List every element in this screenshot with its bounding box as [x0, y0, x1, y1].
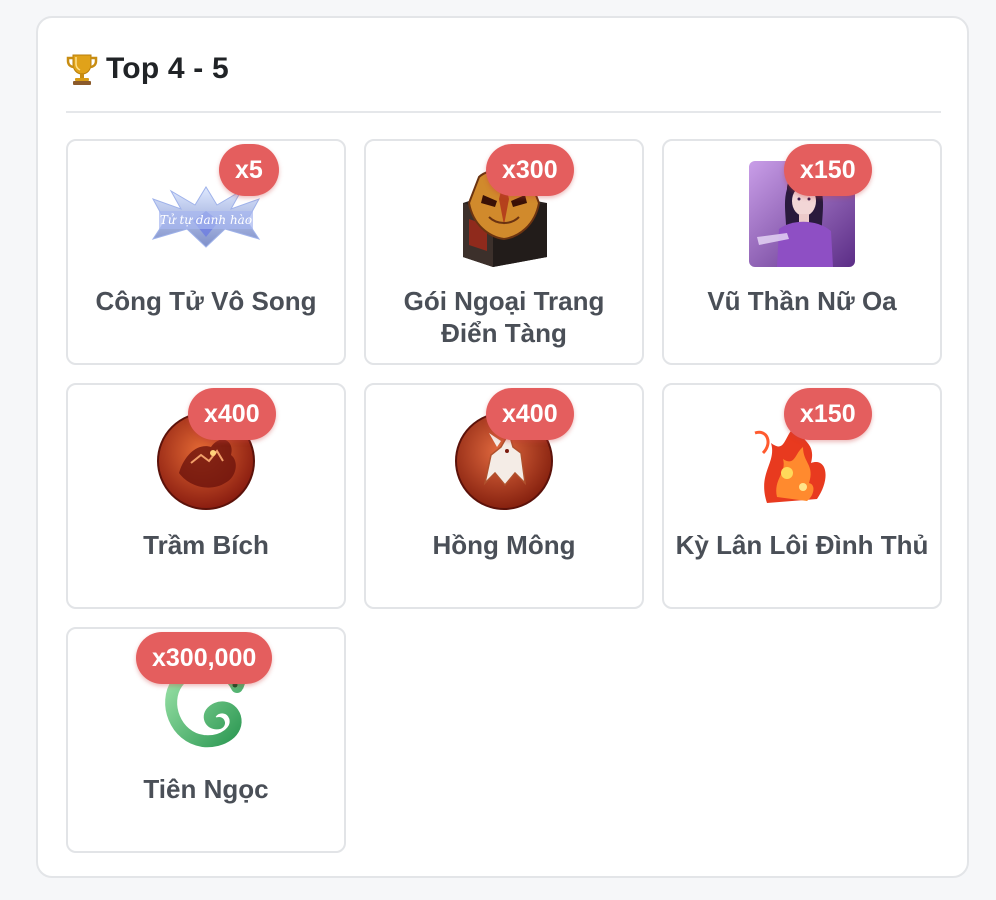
- reward-card[interactable]: x400 Trầm Bích: [66, 383, 346, 609]
- quantity-badge: x150: [784, 144, 872, 196]
- section-header: Top 4 - 5: [66, 52, 229, 86]
- quantity-badge: x300,000: [136, 632, 273, 684]
- item-name: Công Tử Vô Song: [95, 286, 317, 316]
- quantity-badge: x400: [188, 388, 276, 440]
- reward-card[interactable]: x150 Vũ Thần Nữ Oa: [662, 139, 942, 365]
- section-title: Top 4 - 5: [106, 52, 229, 85]
- reward-grid: Tử tự danh hào x5 Công Tử Vô Song x300 G…: [66, 139, 942, 853]
- reward-card[interactable]: x150 Kỳ Lân Lôi Đình Thủ: [662, 383, 942, 609]
- reward-card[interactable]: x300,000 Tiên Ngọc: [66, 627, 346, 853]
- reward-card[interactable]: Tử tự danh hào x5 Công Tử Vô Song: [66, 139, 346, 365]
- quantity-badge: x300: [486, 144, 574, 196]
- reward-panel: Top 4 - 5 Tử tự danh hào x5 Công Tử Vô S…: [36, 16, 969, 878]
- item-name: Tiên Ngọc: [143, 774, 269, 804]
- item-name: Kỳ Lân Lôi Đình Thủ: [675, 530, 929, 560]
- item-name: Trầm Bích: [143, 530, 269, 560]
- reward-card[interactable]: x400 Hồng Mông: [364, 383, 644, 609]
- quantity-badge: x400: [486, 388, 574, 440]
- quantity-badge: x150: [784, 388, 872, 440]
- reward-card[interactable]: x300 Gói Ngoại Trang Điển Tàng: [364, 139, 644, 365]
- header-divider: [66, 111, 941, 113]
- item-name: Vũ Thần Nữ Oa: [707, 286, 897, 316]
- svg-text:Tử tự danh hào: Tử tự danh hào: [160, 213, 252, 227]
- item-name: Hồng Mông: [432, 530, 576, 560]
- item-name: Gói Ngoại Trang Điển Tàng: [403, 286, 605, 348]
- trophy-icon: [66, 54, 98, 85]
- quantity-badge: x5: [219, 144, 279, 196]
